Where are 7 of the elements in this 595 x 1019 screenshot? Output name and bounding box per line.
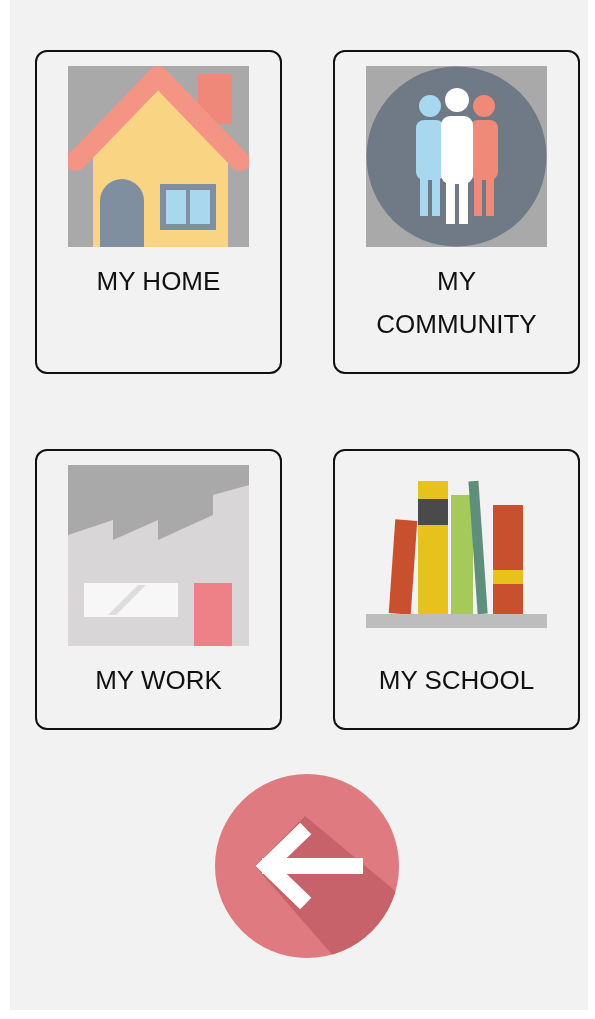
category-card[interactable]: MY WORK <box>35 449 282 730</box>
category-card[interactable]: MY HOME <box>35 50 282 374</box>
factory-icon <box>68 465 249 646</box>
house-icon <box>68 66 249 247</box>
people-icon <box>366 66 547 247</box>
category-card[interactable]: MY COMMUNITY <box>333 50 580 374</box>
category-card[interactable]: MY SCHOOL <box>333 449 580 730</box>
